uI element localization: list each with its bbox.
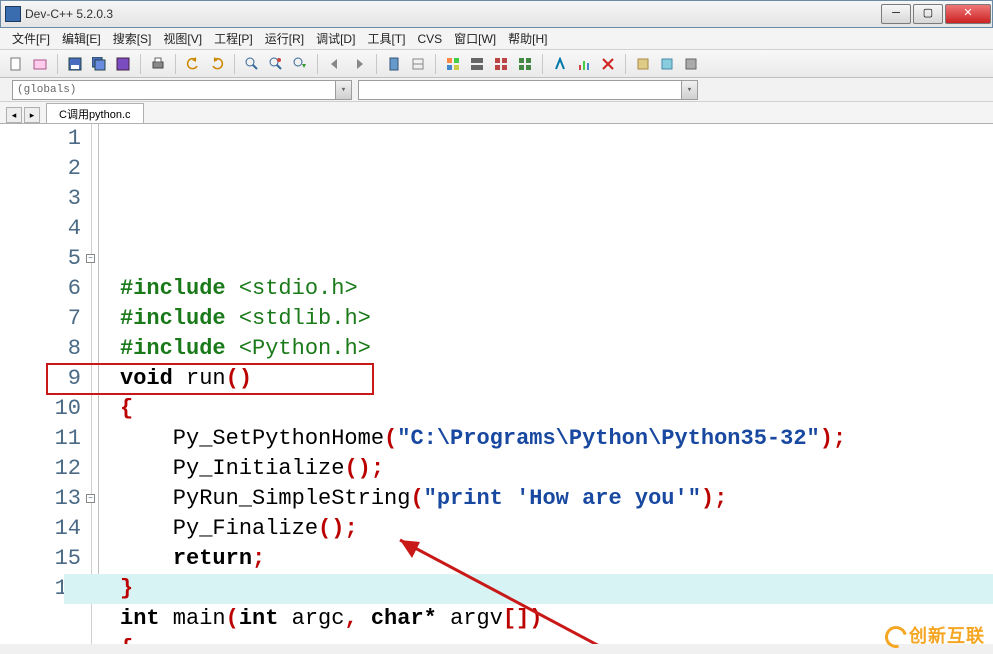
watermark-text: 创新互联 xyxy=(909,626,985,646)
code-line[interactable]: Py_Initialize(); xyxy=(120,454,993,484)
line-number: 9 xyxy=(0,364,81,394)
code-line[interactable]: int main(int argc, char* argv[]) xyxy=(120,604,993,634)
code-line[interactable]: { xyxy=(120,394,993,424)
line-number: 11 xyxy=(0,424,81,454)
toolbar xyxy=(0,50,993,78)
code-line[interactable]: #include <Python.h> xyxy=(120,334,993,364)
new-project-icon[interactable] xyxy=(30,54,50,74)
separator xyxy=(376,54,377,74)
line-number: 7 xyxy=(0,304,81,334)
save-all-icon[interactable] xyxy=(89,54,109,74)
scope-bar: (globals) ▾ ▾ xyxy=(0,78,993,102)
separator xyxy=(435,54,436,74)
menu-search[interactable]: 搜索[S] xyxy=(107,28,158,49)
delete-icon[interactable] xyxy=(598,54,618,74)
code-line[interactable]: Py_SetPythonHome("C:\Programs\Python\Pyt… xyxy=(120,424,993,454)
separator xyxy=(317,54,318,74)
forward-icon[interactable] xyxy=(349,54,369,74)
save-icon[interactable] xyxy=(65,54,85,74)
line-gutter: 12345−678910111213−141516 xyxy=(0,124,92,644)
menu-view[interactable]: 视图[V] xyxy=(157,28,208,49)
separator xyxy=(234,54,235,74)
code-line[interactable]: { xyxy=(120,634,993,644)
code-line[interactable]: } xyxy=(120,574,993,604)
tab-next-button[interactable]: ▸ xyxy=(24,107,40,123)
menubar: 文件[F] 编辑[E] 搜索[S] 视图[V] 工程[P] 运行[R] 调试[D… xyxy=(0,28,993,50)
menu-file[interactable]: 文件[F] xyxy=(6,28,56,49)
separator xyxy=(140,54,141,74)
help-icon[interactable] xyxy=(681,54,701,74)
find-icon[interactable] xyxy=(242,54,262,74)
dropdown-icon[interactable]: ▾ xyxy=(681,81,697,99)
scope-combo[interactable]: (globals) ▾ xyxy=(12,80,352,100)
save-as-icon[interactable] xyxy=(113,54,133,74)
app-icon xyxy=(5,6,21,22)
separator xyxy=(175,54,176,74)
menu-cvs[interactable]: CVS xyxy=(411,30,448,48)
watermark: 创新互联 xyxy=(885,622,985,648)
line-number: 15 xyxy=(0,544,81,574)
line-number: 3 xyxy=(0,184,81,214)
line-number: 14 xyxy=(0,514,81,544)
menu-tools[interactable]: 工具[T] xyxy=(361,28,411,49)
code-line[interactable]: void run() xyxy=(120,364,993,394)
run-icon[interactable] xyxy=(467,54,487,74)
line-number: 10 xyxy=(0,394,81,424)
line-number: 4 xyxy=(0,214,81,244)
tab-strip: ◂ ▸ C调用python.c xyxy=(0,102,993,124)
bookmark-icon[interactable] xyxy=(384,54,404,74)
profile-icon[interactable] xyxy=(574,54,594,74)
code-line[interactable]: PyRun_SimpleString("print 'How are you'"… xyxy=(120,484,993,514)
options-icon[interactable] xyxy=(633,54,653,74)
line-number: 8 xyxy=(0,334,81,364)
line-number: 1 xyxy=(0,124,81,154)
watermark-logo-icon xyxy=(881,622,911,652)
members-combo[interactable]: ▾ xyxy=(358,80,698,100)
separator xyxy=(57,54,58,74)
menu-project[interactable]: 工程[P] xyxy=(208,28,259,49)
window-controls: ─ ▢ ✕ xyxy=(880,4,992,24)
print-icon[interactable] xyxy=(148,54,168,74)
line-number: 13− xyxy=(0,484,81,514)
env-options-icon[interactable] xyxy=(657,54,677,74)
close-button[interactable]: ✕ xyxy=(945,4,991,24)
debug-icon[interactable] xyxy=(550,54,570,74)
fold-margin-line xyxy=(98,124,99,604)
menu-debug[interactable]: 调试[D] xyxy=(310,28,361,49)
window-title: Dev-C++ 5.2.0.3 xyxy=(25,7,880,21)
separator xyxy=(625,54,626,74)
redo-icon[interactable] xyxy=(207,54,227,74)
undo-icon[interactable] xyxy=(183,54,203,74)
line-number: 6 xyxy=(0,274,81,304)
back-icon[interactable] xyxy=(325,54,345,74)
code-line[interactable]: return; xyxy=(120,544,993,574)
minimize-button[interactable]: ─ xyxy=(881,4,911,24)
line-number: 2 xyxy=(0,154,81,184)
separator xyxy=(542,54,543,74)
new-file-icon[interactable] xyxy=(6,54,26,74)
line-number: 12 xyxy=(0,454,81,484)
replace-icon[interactable] xyxy=(266,54,286,74)
tab-prev-button[interactable]: ◂ xyxy=(6,107,22,123)
scope-combo-value: (globals) xyxy=(13,84,335,96)
line-number: 5− xyxy=(0,244,81,274)
maximize-button[interactable]: ▢ xyxy=(913,4,943,24)
menu-run[interactable]: 运行[R] xyxy=(259,28,310,49)
menu-edit[interactable]: 编辑[E] xyxy=(56,28,107,49)
goto-icon[interactable] xyxy=(408,54,428,74)
code-line[interactable]: #include <stdlib.h> xyxy=(120,304,993,334)
rebuild-icon[interactable] xyxy=(515,54,535,74)
code-line[interactable]: #include <stdio.h> xyxy=(120,274,993,304)
menu-help[interactable]: 帮助[H] xyxy=(502,28,553,49)
code-line[interactable]: Py_Finalize(); xyxy=(120,514,993,544)
menu-window[interactable]: 窗口[W] xyxy=(448,28,502,49)
code-editor[interactable]: 12345−678910111213−141516 #include <stdi… xyxy=(0,124,993,644)
compile-icon[interactable] xyxy=(443,54,463,74)
code-area[interactable]: #include <stdio.h>#include <stdlib.h>#in… xyxy=(92,124,993,644)
tab-file[interactable]: C调用python.c xyxy=(46,103,144,123)
dropdown-icon[interactable]: ▾ xyxy=(335,81,351,99)
compile-run-icon[interactable] xyxy=(491,54,511,74)
titlebar: Dev-C++ 5.2.0.3 ─ ▢ ✕ xyxy=(0,0,993,28)
find-next-icon[interactable] xyxy=(290,54,310,74)
